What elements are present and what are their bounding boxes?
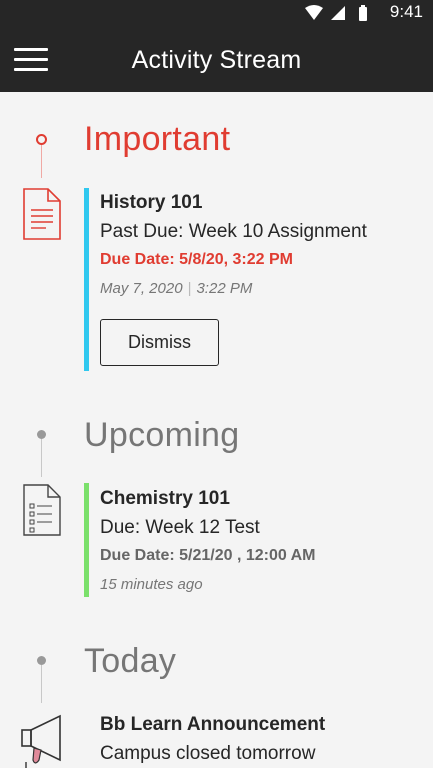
activity-card-chemistry[interactable]: Chemistry 101 Due: Week 12 Test Due Date…	[100, 485, 420, 600]
timeline-line	[41, 145, 42, 178]
timestamp-date: May 7, 2020	[100, 280, 183, 297]
document-icon	[23, 188, 61, 240]
item-title: Past Due: Week 10 Assignment	[100, 221, 367, 242]
signal-icon	[331, 6, 345, 20]
course-name: Chemistry 101	[100, 488, 230, 509]
section-heading-important: Important	[84, 120, 231, 158]
due-date: Due Date: 5/8/20, 3:22 PM	[100, 251, 293, 268]
page-title: Activity Stream	[131, 46, 302, 74]
timestamp: 15 minutes ago	[100, 576, 203, 593]
timestamp-time: 3:22 PM	[196, 280, 253, 297]
activity-stream[interactable]: Important History 101 Past Due: Week 10 …	[0, 92, 433, 768]
section-heading-today: Today	[84, 642, 177, 680]
due-date: Due Date: 5/21/20 , 12:00 AM	[100, 547, 316, 564]
timeline-line	[41, 439, 42, 477]
section-heading-upcoming: Upcoming	[84, 416, 240, 454]
timestamp-separator: |	[187, 280, 192, 297]
item-title: Due: Week 12 Test	[100, 517, 260, 538]
timeline-dot	[36, 134, 47, 145]
timeline-dot	[37, 430, 46, 439]
test-document-icon	[23, 484, 61, 536]
timestamp: May 7, 2020 | 3:22 PM	[100, 274, 420, 304]
activity-card-announcement[interactable]: Bb Learn Announcement Campus closed tomo…	[100, 711, 420, 768]
dismiss-button[interactable]: Dismiss	[100, 319, 219, 366]
timeline-dot	[37, 656, 46, 665]
activity-card-history[interactable]: History 101 Past Due: Week 10 Assignment…	[100, 189, 420, 304]
battery-icon	[359, 5, 367, 21]
course-name: Bb Learn Announcement	[100, 714, 326, 735]
item-title: Campus closed tomorrow	[100, 743, 316, 764]
status-time: 9:41	[389, 2, 423, 21]
status-icons	[305, 5, 367, 21]
app-bar: Activity Stream	[0, 26, 433, 92]
status-bar: 9:41	[0, 0, 433, 26]
card-accent-bar	[84, 188, 89, 371]
wifi-icon	[305, 5, 323, 20]
timeline-line	[41, 665, 42, 703]
card-accent-bar	[84, 483, 89, 597]
megaphone-icon	[21, 714, 61, 768]
course-name: History 101	[100, 192, 203, 213]
